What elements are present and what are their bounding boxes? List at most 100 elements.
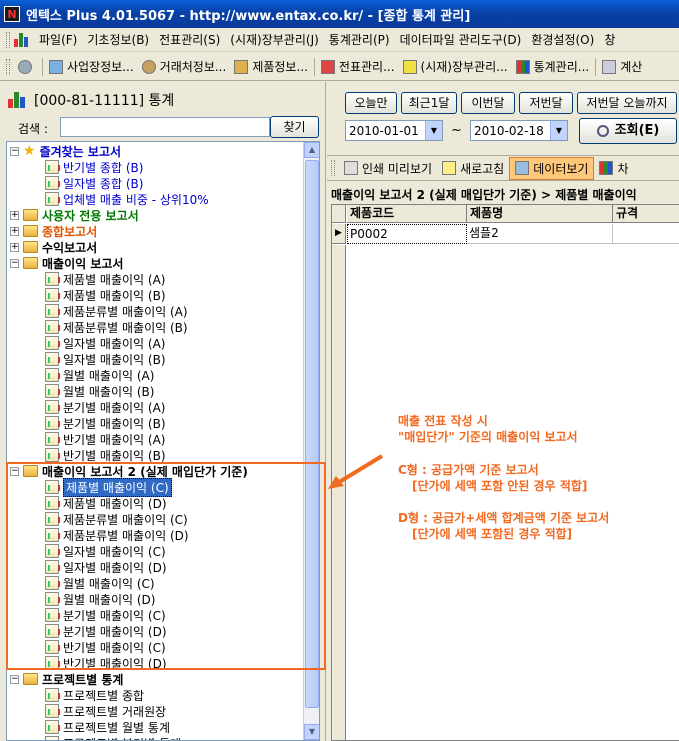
tree-item-label: 반기별 매출이익 (B) (63, 448, 166, 463)
toolbar-label: 통계관리... (533, 60, 590, 74)
settings-toolbar-button[interactable] (14, 59, 40, 74)
print-preview-icon (344, 161, 358, 175)
tree-item[interactable]: 프로젝트별 분기별 통계 (45, 735, 181, 740)
menu-voucher[interactable]: 전표관리(S) (154, 31, 225, 48)
previous-month-button[interactable]: 저번달 (519, 92, 573, 114)
toolbar-label: 거래처정보... (159, 60, 227, 74)
toolbar-label: 새로고침 (460, 161, 505, 176)
menu-window[interactable]: 창 (599, 31, 620, 48)
tree-folder[interactable]: − ★ 즐겨찾는 보고서 (10, 143, 121, 159)
toolbar-client-info[interactable]: 거래처정보... (138, 58, 231, 75)
date-to-field[interactable]: 2010-02-18 ▼ (470, 120, 568, 141)
tree-folder[interactable]: + 사용자 전용 보고서 (10, 207, 139, 223)
toolbar-calculator[interactable]: 계산 (598, 58, 646, 75)
tree-item[interactable]: 제품별 매출이익 (A) (45, 271, 165, 287)
column-header[interactable]: 제품명 (467, 205, 613, 223)
menu-data-tools[interactable]: 데이터파일 관리도구(D) (395, 31, 527, 48)
column-header[interactable]: 제품코드 (347, 205, 467, 223)
menu-settings[interactable]: 환경설정(O) (526, 31, 599, 48)
expand-icon[interactable]: + (10, 210, 19, 220)
collapse-icon[interactable]: − (10, 146, 19, 156)
menu-file[interactable]: 파일(F) (34, 31, 82, 48)
table-cell[interactable] (613, 224, 679, 244)
toolbar-separator (42, 57, 43, 76)
tree-item[interactable]: 분기별 매출이익 (A) (45, 399, 165, 415)
previous-month-to-today-button[interactable]: 저번달 오늘까지 (577, 92, 677, 114)
tree-item[interactable]: 월별 매출이익 (A) (45, 367, 154, 383)
report-icon (45, 368, 60, 382)
annotation-c-type: C형 : 공급가액 기준 보고서 (398, 463, 539, 477)
toolbar-label: 사업장정보... (67, 60, 134, 74)
query-button[interactable]: 조회(E) (579, 118, 677, 144)
toolbar-grip[interactable] (331, 160, 335, 176)
collapse-icon[interactable]: − (10, 674, 19, 684)
row-indicator-icon[interactable]: ▶ (332, 224, 346, 244)
refresh-button[interactable]: 새로고침 (437, 158, 509, 179)
annotation-line-2: "매입단가" 기준의 매출이익 보고서 (398, 430, 578, 444)
toolbar-separator (595, 57, 597, 76)
report-icon (45, 720, 60, 734)
tree-item[interactable]: 일자별 종합 (B) (45, 175, 143, 191)
tree-item[interactable]: 일자별 매출이익 (B) (45, 351, 166, 367)
date-from-field[interactable]: 2010-01-01 ▼ (345, 120, 443, 141)
tree-item[interactable]: 제품분류별 매출이익 (A) (45, 303, 188, 319)
table-cell[interactable]: P0002 (347, 224, 467, 244)
tree-item[interactable]: 업체별 매출 비중 - 상위10% (45, 191, 209, 207)
table-cell[interactable]: 샘플2 (467, 224, 613, 244)
folder-icon (23, 225, 38, 237)
tree-item[interactable]: 반기별 매출이익 (B) (45, 447, 166, 463)
title-bar: N 엔텍스 Plus 4.01.5067 - http://www.entax.… (0, 0, 679, 28)
tree-item[interactable]: 반기별 종합 (B) (45, 159, 143, 175)
menu-ledger[interactable]: (시재)장부관리(J) (225, 31, 324, 48)
toolbar-voucher[interactable]: 전표관리... (317, 58, 399, 75)
toolbar-statistics[interactable]: 통계관리... (512, 58, 594, 75)
scroll-down-arrow-icon[interactable]: ▼ (304, 724, 319, 740)
scroll-up-arrow-icon[interactable]: ▲ (304, 142, 319, 158)
tree-folder[interactable]: + 수익보고서 (10, 239, 97, 255)
expand-icon[interactable]: + (10, 226, 19, 236)
tree-item[interactable]: 제품분류별 매출이익 (B) (45, 319, 188, 335)
expand-icon[interactable]: + (10, 242, 19, 252)
this-month-button[interactable]: 이번달 (461, 92, 515, 114)
tree-folder[interactable]: + 종합보고서 (10, 223, 97, 239)
tree-folder[interactable]: − 프로젝트별 통계 (10, 671, 123, 687)
toolbar-grip[interactable] (6, 58, 10, 75)
tree-item[interactable]: 월별 매출이익 (B) (45, 383, 154, 399)
report-icon (45, 416, 60, 430)
toolbar-product-info[interactable]: 제품정보... (230, 58, 312, 75)
tree-item-label: 수익보고서 (42, 240, 98, 255)
report-icon (45, 176, 60, 190)
tree-item[interactable]: 제품별 매출이익 (B) (45, 287, 166, 303)
tree-item[interactable]: 프로젝트별 종합 (45, 687, 144, 703)
row-header-column (332, 245, 346, 740)
toolbar-ledger[interactable]: (시재)장부관리... (399, 58, 512, 75)
collapse-icon[interactable]: − (10, 258, 19, 268)
report-icon (45, 384, 60, 398)
tree-item[interactable]: 프로젝트별 월별 통계 (45, 719, 170, 735)
column-header[interactable]: 규격 (613, 205, 679, 223)
chart-button[interactable]: 차 (594, 158, 633, 179)
toolbar-business-info[interactable]: 사업장정보... (45, 58, 138, 75)
today-button[interactable]: 오늘만 (345, 92, 397, 114)
tree-item-label: 업체별 매출 비중 - 상위10% (63, 192, 209, 207)
tree-folder[interactable]: − 매출이익 보고서 (10, 255, 123, 271)
report-icon (45, 160, 60, 174)
calendar-icon (320, 59, 335, 74)
search-button[interactable]: 찾기 (270, 116, 319, 138)
tree-item[interactable]: 반기별 매출이익 (A) (45, 431, 165, 447)
last-month-button[interactable]: 최근1달 (401, 92, 457, 114)
tree-item[interactable]: 분기별 매출이익 (B) (45, 415, 166, 431)
chart-icon (515, 59, 530, 74)
chevron-down-icon[interactable]: ▼ (425, 121, 442, 140)
tree-item[interactable]: 프로젝트별 거래원장 (45, 703, 166, 719)
tree-item[interactable]: 일자별 매출이익 (A) (45, 335, 165, 351)
search-input[interactable] (60, 117, 270, 137)
annotation-line-1: 매출 전표 작성 시 (398, 414, 488, 428)
data-view-button[interactable]: 데이터보기 (509, 156, 595, 180)
menu-basic-info[interactable]: 기초정보(B) (82, 31, 154, 48)
print-preview-button[interactable]: 인쇄 미리보기 (339, 158, 437, 179)
menu-grip[interactable] (6, 31, 10, 48)
person-icon (141, 59, 156, 74)
menu-statistics[interactable]: 통계관리(P) (324, 31, 395, 48)
chevron-down-icon[interactable]: ▼ (550, 121, 567, 140)
